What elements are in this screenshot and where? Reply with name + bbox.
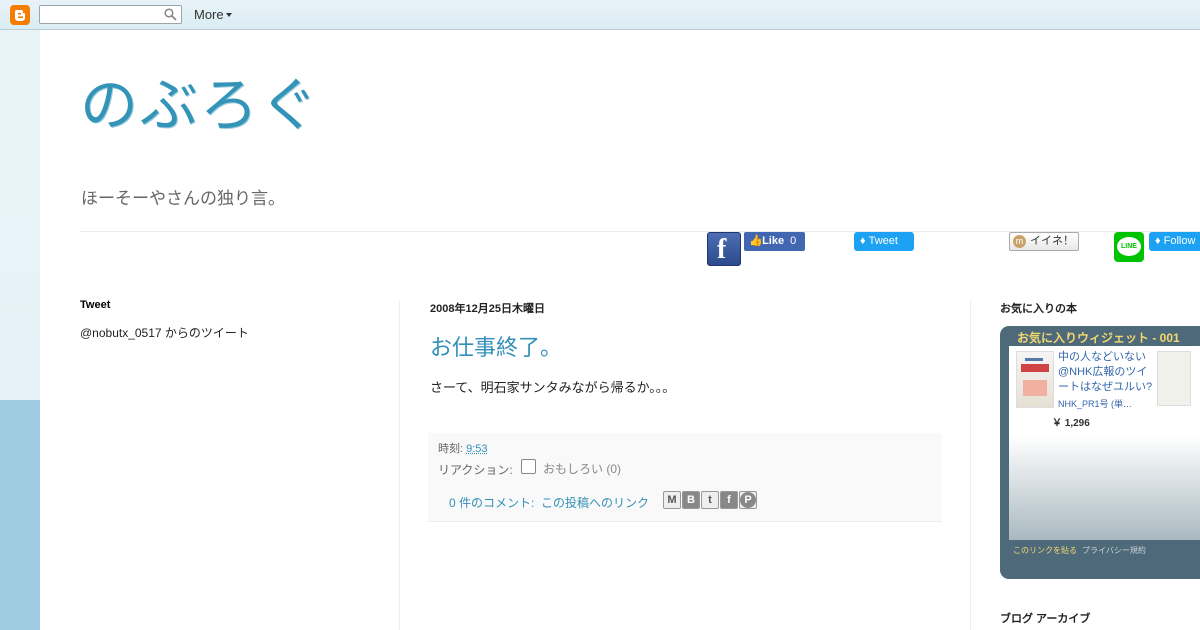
post-title[interactable]: お仕事終了。: [430, 330, 562, 362]
tweet-widget-heading: Tweet: [80, 299, 111, 311]
blog-title[interactable]: のぶろぐ: [80, 70, 320, 140]
widget-body: 中の人などいない @NHK広報のツイートはなぜユルい? NHK_PR1号 (単……: [1009, 346, 1200, 540]
widget-embed-link[interactable]: このリンクを貼る: [1013, 545, 1077, 556]
book-cover-image[interactable]: [1016, 351, 1054, 408]
page-background-stripe: [0, 30, 40, 630]
mixi-like-button[interactable]: m イイネ！: [1009, 232, 1079, 251]
tweet-button[interactable]: ♦ Tweet: [854, 232, 914, 251]
blog-content: のぶろぐ ほーそーやさんの独り言。 f 👍 Like 0 ♦ Tweet m イイネ…: [40, 30, 1200, 630]
book-price: ￥ 1,296: [1052, 418, 1090, 429]
fb-like-count: 0: [790, 235, 797, 247]
post-date: 2008年12月25日木曜日: [430, 303, 545, 315]
time-label: 時刻:: [438, 443, 464, 455]
column-divider: [399, 300, 400, 630]
reaction-option-label: おもしろい (0): [543, 462, 622, 476]
favorite-books-heading: お気に入りの本: [1000, 303, 1077, 315]
pinterest-icon[interactable]: P: [739, 491, 757, 509]
share-buttons: MBtfP: [663, 491, 758, 509]
column-divider: [970, 300, 971, 630]
fb-like-label: Like: [762, 235, 785, 247]
line-icon: LINE: [1117, 237, 1141, 256]
post-body: さーて、明石家サンタみながら帰るか。。。: [430, 380, 676, 395]
book-cover-image[interactable]: [1157, 351, 1191, 406]
blogger-logo-icon[interactable]: [10, 5, 30, 25]
more-menu-label: More: [194, 7, 224, 22]
widget-title: お気に入りウィジェット - 001: [1017, 331, 1180, 345]
reaction-label: リアクション:: [438, 463, 513, 477]
facebook-icon[interactable]: f: [707, 232, 741, 266]
mixi-icon: m: [1013, 235, 1026, 248]
twitter-bird-icon: ♦: [860, 235, 866, 247]
post-permalink[interactable]: この投稿へのリンク: [541, 494, 649, 511]
mixi-label: イイネ！: [1030, 235, 1074, 247]
book-title-link[interactable]: 中の人などいない @NHK広報のツイートはなぜユルい?: [1058, 350, 1153, 395]
blog-archive-heading: ブログ アーカイブ: [1000, 613, 1091, 625]
caret-down-icon: [225, 12, 232, 17]
twitter-icon[interactable]: t: [701, 491, 719, 509]
comments-link[interactable]: 0 件のコメント:: [449, 494, 534, 511]
tweets-from-link[interactable]: @nobutx_0517 からのツイート: [80, 324, 249, 341]
facebook-icon[interactable]: f: [720, 491, 738, 509]
widget-privacy-link[interactable]: プライバシー規約: [1082, 545, 1146, 556]
blogger-icon[interactable]: B: [682, 491, 700, 509]
follow-label: Follow: [1163, 235, 1196, 247]
more-menu-button[interactable]: More: [194, 7, 232, 22]
twitter-bird-icon: ♦: [1155, 235, 1161, 247]
post-footer: 時刻: 9:53 リアクション: おもしろい (0) 0 件のコメント: この投…: [428, 433, 942, 522]
blogger-navbar: More: [0, 0, 1200, 30]
email-icon[interactable]: M: [663, 491, 681, 509]
blog-description: ほーそーやさんの独り言。: [81, 189, 285, 208]
post-time-link[interactable]: 9:53: [466, 443, 487, 455]
amazon-widget: お気に入りウィジェット - 001 中の人などいない @NHK広報のツイートはな…: [1000, 326, 1200, 579]
book-author-link[interactable]: NHK_PR1号 (単…: [1058, 397, 1132, 410]
post-timestamp: 時刻: 9:53: [438, 440, 488, 456]
search-input[interactable]: [39, 5, 182, 24]
line-share-button[interactable]: LINE: [1114, 232, 1144, 262]
tweet-label: Tweet: [868, 235, 898, 247]
twitter-follow-button[interactable]: ♦ Follow: [1149, 232, 1200, 251]
search-icon[interactable]: [164, 8, 177, 21]
facebook-like-button[interactable]: 👍 Like 0: [744, 232, 805, 251]
reaction-checkbox[interactable]: [521, 459, 536, 474]
thumbs-up-icon: 👍: [749, 235, 763, 247]
